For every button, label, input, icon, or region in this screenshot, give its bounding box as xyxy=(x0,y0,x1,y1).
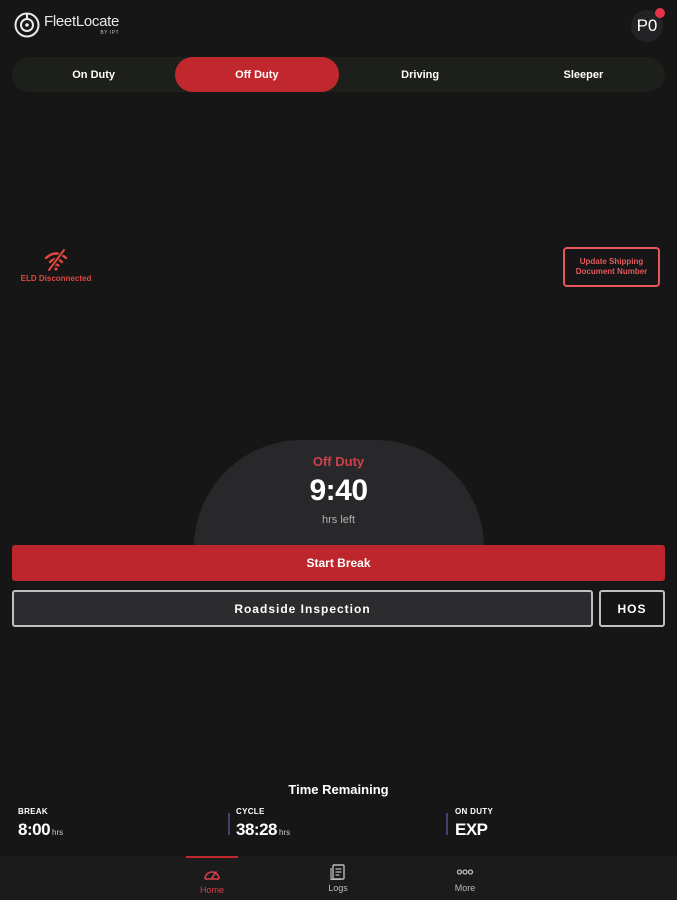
cycle-remaining: CYCLE 38:28 hrs xyxy=(236,807,290,840)
tab-sleeper[interactable]: Sleeper xyxy=(502,57,665,92)
eld-status[interactable]: ELD Disconnected xyxy=(14,248,98,283)
more-dots-icon xyxy=(456,869,474,875)
current-status-label: Off Duty xyxy=(312,454,365,469)
hours-left-value: 9:40 xyxy=(309,474,368,507)
cycle-label: CYCLE xyxy=(236,807,265,816)
tab-on-duty[interactable]: On Duty xyxy=(12,57,175,92)
logo-subtitle: BY IPT xyxy=(100,30,120,36)
start-break-button[interactable]: Start Break xyxy=(12,545,665,581)
notification-dot xyxy=(655,8,665,18)
time-remaining-title: Time Remaining xyxy=(288,782,389,797)
nav-logs-label: Logs xyxy=(328,883,348,893)
bottom-navigation: Home Logs More xyxy=(0,856,677,900)
on-duty-value: EXP xyxy=(455,820,488,839)
speedometer-icon xyxy=(204,871,220,880)
nav-logs[interactable]: Logs xyxy=(312,856,364,900)
app-logo: FleetLocate BY IPT xyxy=(14,12,119,38)
break-unit: hrs xyxy=(52,828,64,837)
tab-driving[interactable]: Driving xyxy=(339,57,502,92)
nav-home-label: Home xyxy=(199,885,224,895)
cycle-value: 38:28 xyxy=(236,820,277,839)
nav-more-label: More xyxy=(454,883,476,893)
cycle-unit: hrs xyxy=(278,828,291,837)
divider xyxy=(446,813,448,835)
break-label: BREAK xyxy=(18,807,48,816)
eld-status-label: ELD Disconnected xyxy=(20,274,92,283)
fleetlocate-logo-icon xyxy=(14,12,40,38)
avatar-initials: P0 xyxy=(636,16,658,35)
on-duty-label: ON DUTY xyxy=(455,807,494,816)
break-value: 8:00 xyxy=(18,820,51,839)
logo-name: FleetLocate xyxy=(44,13,120,30)
hours-left-unit: hrs left xyxy=(321,514,355,526)
wifi-off-icon xyxy=(44,248,68,272)
user-avatar[interactable]: P0 xyxy=(631,8,665,42)
on-duty-remaining: ON DUTY EXP xyxy=(455,807,493,840)
tab-off-duty[interactable]: Off Duty xyxy=(175,57,339,92)
nav-home[interactable]: Home xyxy=(186,856,238,900)
divider xyxy=(228,813,230,835)
nav-more[interactable]: More xyxy=(439,856,491,900)
roadside-inspection-button[interactable]: Roadside Inspection xyxy=(12,590,593,627)
update-shipping-document-button[interactable]: Update Shipping Document Number xyxy=(563,247,660,287)
break-remaining: BREAK 8:00 hrs xyxy=(18,807,63,840)
home-screen: FleetLocate BY IPT P0 On Duty Off Duty D… xyxy=(0,0,677,900)
duty-status-tabs: On Duty Off Duty Driving Sleeper xyxy=(12,57,665,92)
logs-icon xyxy=(330,864,345,880)
hos-button[interactable]: HOS xyxy=(599,590,665,627)
